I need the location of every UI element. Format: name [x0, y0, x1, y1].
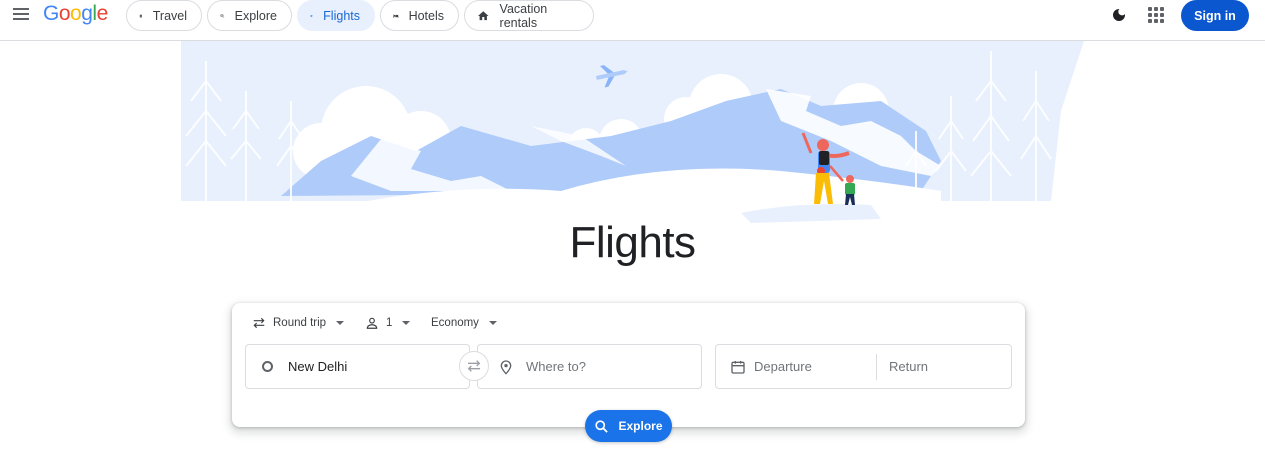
- nav-chip-travel-label: Travel: [152, 8, 187, 23]
- origin-value: New Delhi: [288, 359, 348, 374]
- departure-date-input[interactable]: Departure: [716, 345, 876, 388]
- explore-search-icon: [220, 13, 225, 18]
- suitcase-icon: [139, 13, 142, 18]
- nav-chip-travel[interactable]: Travel: [126, 0, 202, 31]
- swap-arrows-icon: [467, 360, 481, 372]
- passengers-select[interactable]: 1: [365, 314, 411, 332]
- moon-icon[interactable]: [1111, 7, 1127, 23]
- nav-chip-flights[interactable]: Flights: [297, 0, 375, 31]
- trip-type-select[interactable]: Round trip: [252, 314, 345, 332]
- airplane-icon: [310, 14, 313, 17]
- swap-origin-destination-button[interactable]: [459, 351, 489, 381]
- nav-chip-flights-label: Flights: [323, 8, 360, 23]
- departure-placeholder: Departure: [754, 359, 812, 374]
- nav-chip-vacation-rentals[interactable]: Vacation rentals: [464, 0, 594, 31]
- house-icon: [478, 10, 489, 20]
- nav-chip-hotels-label: Hotels: [408, 8, 444, 23]
- person-icon: [366, 317, 378, 329]
- origin-input[interactable]: New Delhi: [245, 344, 470, 389]
- return-placeholder: Return: [889, 359, 929, 374]
- flight-search-card: Round trip 1 Economy New Delhi Where to?…: [232, 303, 1025, 427]
- swap-arrows-icon: [253, 317, 265, 329]
- origin-circle-icon: [262, 361, 273, 372]
- flights-hero-illustration: [181, 41, 1084, 231]
- google-logo[interactable]: Google: [43, 2, 108, 26]
- apps-grid-icon[interactable]: [1148, 7, 1164, 23]
- hamburger-menu-icon[interactable]: [10, 3, 32, 25]
- passengers-value: 1: [386, 317, 393, 329]
- trip-type-value: Round trip: [273, 317, 327, 329]
- top-app-bar: Google Travel Explore Flights Hotels Vac…: [0, 0, 1265, 41]
- calendar-icon: [731, 360, 745, 374]
- chevron-down-icon: [402, 321, 411, 325]
- destination-input[interactable]: Where to?: [477, 344, 702, 389]
- nav-chip-hotels[interactable]: Hotels: [380, 0, 459, 31]
- cabin-class-select[interactable]: Economy: [431, 314, 497, 332]
- dates-input-group: Departure Return: [715, 344, 1012, 389]
- explore-search-button[interactable]: Explore: [585, 410, 672, 442]
- nav-chip-vacation-rentals-label: Vacation rentals: [499, 1, 548, 30]
- cabin-class-value: Economy: [431, 317, 479, 329]
- explore-button-label: Explore: [618, 419, 663, 433]
- chevron-down-icon: [488, 321, 497, 325]
- nav-chip-explore-label: Explore: [234, 8, 277, 23]
- location-pin-icon: [500, 359, 512, 375]
- chevron-down-icon: [336, 321, 345, 325]
- destination-placeholder: Where to?: [526, 359, 586, 374]
- return-date-input[interactable]: Return: [876, 353, 929, 380]
- bed-icon: [393, 13, 399, 18]
- nav-chip-explore[interactable]: Explore: [207, 0, 292, 31]
- search-icon: [595, 419, 609, 433]
- sign-in-button[interactable]: Sign in: [1181, 0, 1249, 31]
- page-title: Flights: [569, 218, 696, 267]
